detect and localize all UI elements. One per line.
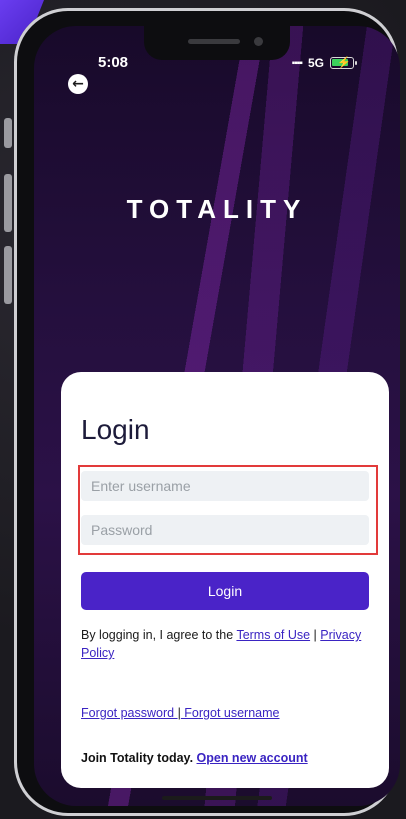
speaker-grille	[188, 39, 240, 44]
volume-down-button	[4, 246, 12, 304]
join-prefix: Join Totality today.	[81, 751, 197, 765]
password-input[interactable]	[81, 515, 369, 545]
signal-bars-icon: ▪▪▪▪	[291, 57, 303, 69]
terms-of-use-link[interactable]: Terms of Use	[236, 628, 310, 642]
front-camera	[254, 37, 263, 46]
forgot-links: Forgot password | Forgot username	[81, 706, 280, 720]
forgot-username-link[interactable]: Forgot username	[181, 706, 279, 720]
open-new-account-link[interactable]: Open new account	[197, 751, 308, 765]
silent-switch	[4, 118, 12, 148]
login-button[interactable]: Login	[81, 572, 369, 610]
legal-prefix: By logging in, I agree to the	[81, 628, 237, 642]
volume-up-button	[4, 174, 12, 232]
home-indicator	[162, 796, 272, 800]
username-input[interactable]	[81, 471, 369, 501]
login-card: Login Login By logging in, I agree to th…	[61, 372, 389, 788]
bolt-icon: ⚡	[337, 57, 351, 69]
legal-separator: |	[310, 628, 321, 642]
join-row: Join Totality today. Open new account	[81, 751, 308, 765]
page-title: Login	[81, 414, 150, 445]
brand-logo: TOTALITY	[126, 194, 308, 224]
status-indicators: ▪▪▪▪ 5G ⚡	[291, 56, 357, 70]
battery-charging-icon: ⚡	[330, 57, 357, 69]
forgot-password-link[interactable]: Forgot password	[81, 706, 178, 720]
back-arrow-icon[interactable]: ←	[68, 74, 88, 94]
phone-notch	[144, 26, 290, 60]
status-time: 5:08	[98, 54, 129, 71]
phone-frame: 5:08 ▪▪▪▪ 5G ⚡ ← TOTALITY Login Login By…	[14, 8, 400, 816]
network-label: 5G	[307, 56, 324, 70]
legal-text: By logging in, I agree to the Terms of U…	[81, 626, 371, 662]
app-stage: 5:08 ▪▪▪▪ 5G ⚡ ← TOTALITY Login Login By…	[0, 0, 406, 819]
phone-screen: 5:08 ▪▪▪▪ 5G ⚡ ← TOTALITY Login Login By…	[34, 26, 400, 806]
